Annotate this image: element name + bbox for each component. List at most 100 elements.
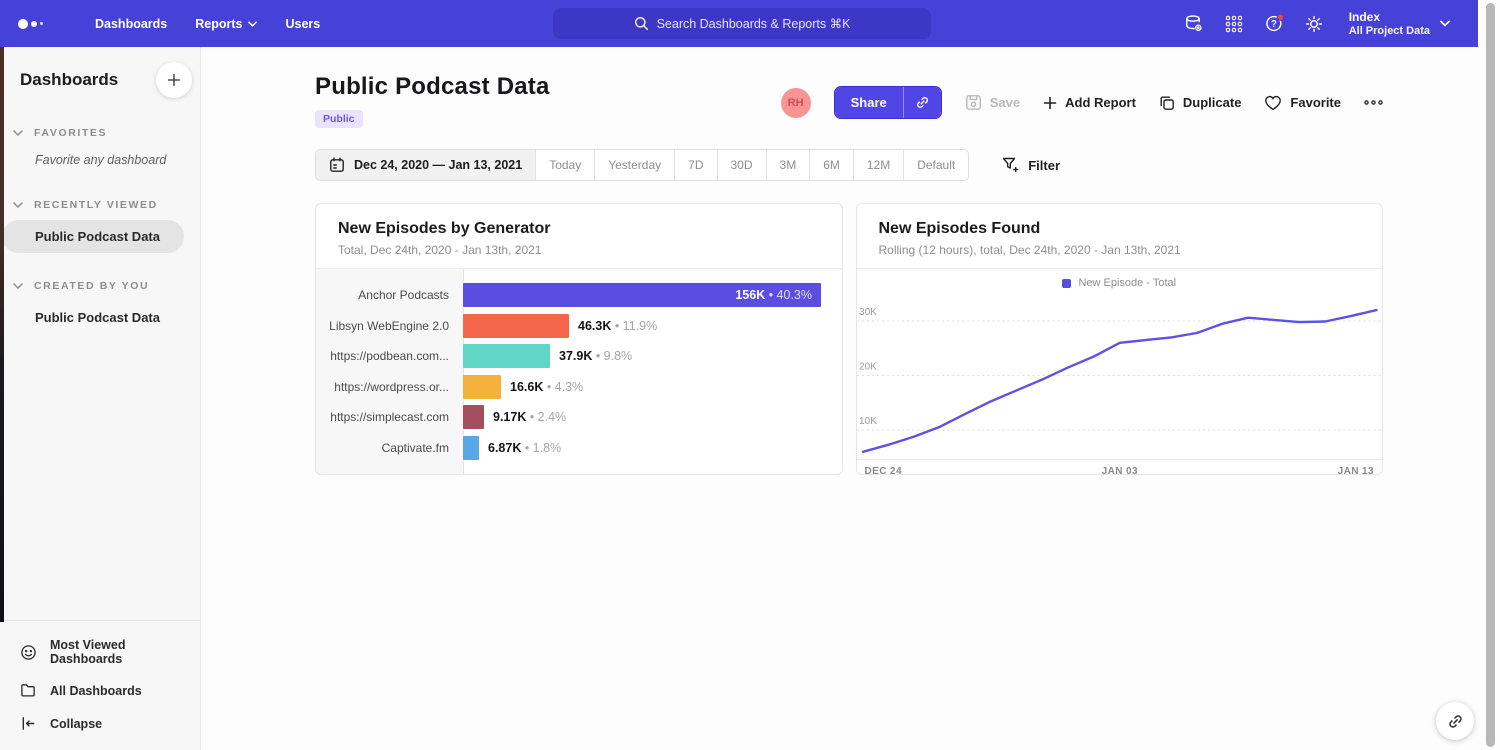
bar-segment[interactable] [463, 405, 484, 429]
top-right-cluster: ? Index All Project Data [1184, 0, 1450, 47]
date-preset-12m[interactable]: 12M [853, 150, 903, 180]
card-title: New Episodes Found [879, 220, 1361, 238]
line-chart-svg: 10K 20K 30K [857, 291, 1383, 459]
bar-segment[interactable] [463, 314, 569, 338]
nav-dashboards[interactable]: Dashboards [95, 17, 167, 31]
avatar[interactable]: RH [781, 88, 811, 118]
duplicate-button[interactable]: Duplicate [1159, 95, 1242, 111]
project-scope: All Project Data [1349, 25, 1430, 37]
date-preset-yesterday[interactable]: Yesterday [594, 150, 674, 180]
chevron-down-icon [248, 21, 257, 27]
sidebar-item-public-podcast-data[interactable]: Public Podcast Data [2, 220, 184, 253]
add-dashboard-button[interactable] [156, 62, 192, 98]
legend-swatch [1062, 279, 1071, 288]
add-report-button[interactable]: Add Report [1043, 95, 1136, 110]
apps-grid-icon[interactable] [1224, 13, 1245, 34]
bar-track: 9.17K • 2.4% [463, 405, 842, 429]
link-icon [915, 95, 930, 110]
date-range-picker[interactable]: Dec 24, 2020 — Jan 13, 2021 [316, 150, 535, 180]
search-input[interactable]: Search Dashboards & Reports ⌘K [553, 8, 931, 39]
card-subtitle: Total, Dec 24th, 2020 - Jan 13th, 2021 [338, 243, 820, 257]
top-bar: Dashboards Reports Users Search Dashboards… [0, 0, 1478, 47]
line-series[interactable] [863, 310, 1376, 452]
bar-row: Anchor Podcasts156K • 40.3% [316, 280, 842, 311]
svg-text:10K: 10K [859, 416, 877, 427]
share-button-label[interactable]: Share [835, 87, 903, 118]
date-toolbar: Dec 24, 2020 — Jan 13, 2021 TodayYesterd… [315, 149, 1383, 181]
sidebar-footer: Most Viewed DashboardsAll DashboardsColl… [0, 620, 200, 750]
filter-button[interactable]: Filter [996, 156, 1066, 174]
project-name: Index [1349, 10, 1430, 26]
bar-track: 37.9K • 9.8% [463, 344, 842, 368]
date-range-control: Dec 24, 2020 — Jan 13, 2021 TodayYesterd… [315, 149, 969, 181]
chart-legend: New Episode - Total [857, 269, 1383, 291]
search-icon [634, 16, 649, 31]
chevron-down-icon [1440, 20, 1450, 27]
favorite-button[interactable]: Favorite [1264, 95, 1341, 111]
bar-track: 16.6K • 4.3% [463, 375, 842, 399]
bar-percent-label: • 9.8% [592, 349, 632, 363]
save-button[interactable]: Save [965, 94, 1020, 111]
left-edge-artifact [0, 47, 4, 622]
chevron-down-icon [13, 202, 23, 208]
date-preset-30d[interactable]: 30D [717, 150, 766, 180]
sidebar: Dashboards FAVORITES Favorite any dashboa… [0, 47, 201, 750]
bar-percent-label: • 4.3% [543, 380, 583, 394]
legend-label: New Episode - Total [1078, 277, 1176, 289]
bar-segment[interactable] [463, 375, 501, 399]
nav-reports[interactable]: Reports [195, 17, 257, 31]
date-preset-default[interactable]: Default [903, 150, 968, 180]
bar-chart: Anchor Podcasts156K • 40.3%Libsyn WebEng… [316, 269, 842, 475]
chevron-down-icon [13, 283, 23, 289]
bar-row: https://wordpress.or...16.6K • 4.3% [316, 372, 842, 403]
sidebar-item-favorite-any-dashboard: Favorite any dashboard [0, 148, 200, 172]
app-logo[interactable] [18, 19, 43, 29]
more-options-button[interactable] [1364, 100, 1383, 105]
bar-row: https://simplecast.com9.17K • 2.4% [316, 402, 842, 433]
bar-row: Libsyn WebEngine 2.046.3K • 11.9% [316, 311, 842, 342]
bar-category-label: Anchor Podcasts [316, 288, 463, 302]
svg-text:30K: 30K [859, 307, 877, 318]
bar-segment[interactable] [463, 344, 550, 368]
settings-icon[interactable] [1304, 13, 1325, 34]
bar-segment[interactable] [463, 436, 479, 460]
bar-percent-label: • 2.4% [526, 410, 566, 424]
bar-category-label: Libsyn WebEngine 2.0 [316, 319, 463, 333]
data-sources-icon[interactable] [1184, 13, 1205, 34]
section-header-created-by-you[interactable]: CREATED BY YOU [0, 280, 200, 292]
project-switcher[interactable]: Index All Project Data [1349, 10, 1450, 38]
bar-segment[interactable]: 156K • 40.3% [463, 283, 821, 307]
section-header-recently-viewed[interactable]: RECENTLY VIEWED [0, 199, 200, 211]
date-preset-3m[interactable]: 3M [766, 150, 810, 180]
copy-link-button[interactable] [903, 87, 941, 118]
nav-users[interactable]: Users [285, 17, 320, 31]
search-placeholder: Search Dashboards & Reports ⌘K [657, 16, 851, 31]
scrollbar-thumb[interactable] [1486, 3, 1495, 747]
main-content: Public Podcast Data Public RH Share Save… [201, 47, 1478, 750]
bar-row: https://podbean.com...37.9K • 9.8% [316, 341, 842, 372]
scrollbar-track[interactable] [1478, 0, 1500, 750]
help-icon[interactable]: ? [1264, 13, 1285, 34]
bar-percent-label: • 40.3% [765, 288, 812, 302]
bar-category-label: https://wordpress.or... [316, 380, 463, 394]
share-button[interactable]: Share [834, 86, 942, 119]
top-nav: Dashboards Reports Users [67, 17, 320, 31]
card-subtitle: Rolling (12 hours), total, Dec 24th, 202… [879, 243, 1361, 257]
svg-text:20K: 20K [859, 362, 877, 373]
line-chart: 10K 20K 30K [857, 291, 1383, 459]
bar-track: 46.3K • 11.9% [463, 314, 842, 338]
sidebar-title: Dashboards [20, 70, 118, 90]
date-preset-today[interactable]: Today [535, 150, 594, 180]
svg-text:?: ? [1271, 19, 1277, 30]
smiley-icon [20, 644, 37, 661]
share-link-fab[interactable] [1436, 702, 1474, 740]
date-preset-7d[interactable]: 7D [674, 150, 716, 180]
date-preset-6m[interactable]: 6M [809, 150, 853, 180]
section-header-favorites[interactable]: FAVORITES [0, 127, 200, 139]
sidebar-item-public-podcast-data[interactable]: Public Podcast Data [0, 301, 200, 334]
plus-icon [1043, 96, 1057, 110]
footer-collapse[interactable]: Collapse [0, 707, 200, 740]
folder-icon [20, 682, 37, 699]
footer-all-dashboards[interactable]: All Dashboards [0, 674, 200, 707]
footer-most-viewed-dashboards[interactable]: Most Viewed Dashboards [0, 630, 200, 674]
